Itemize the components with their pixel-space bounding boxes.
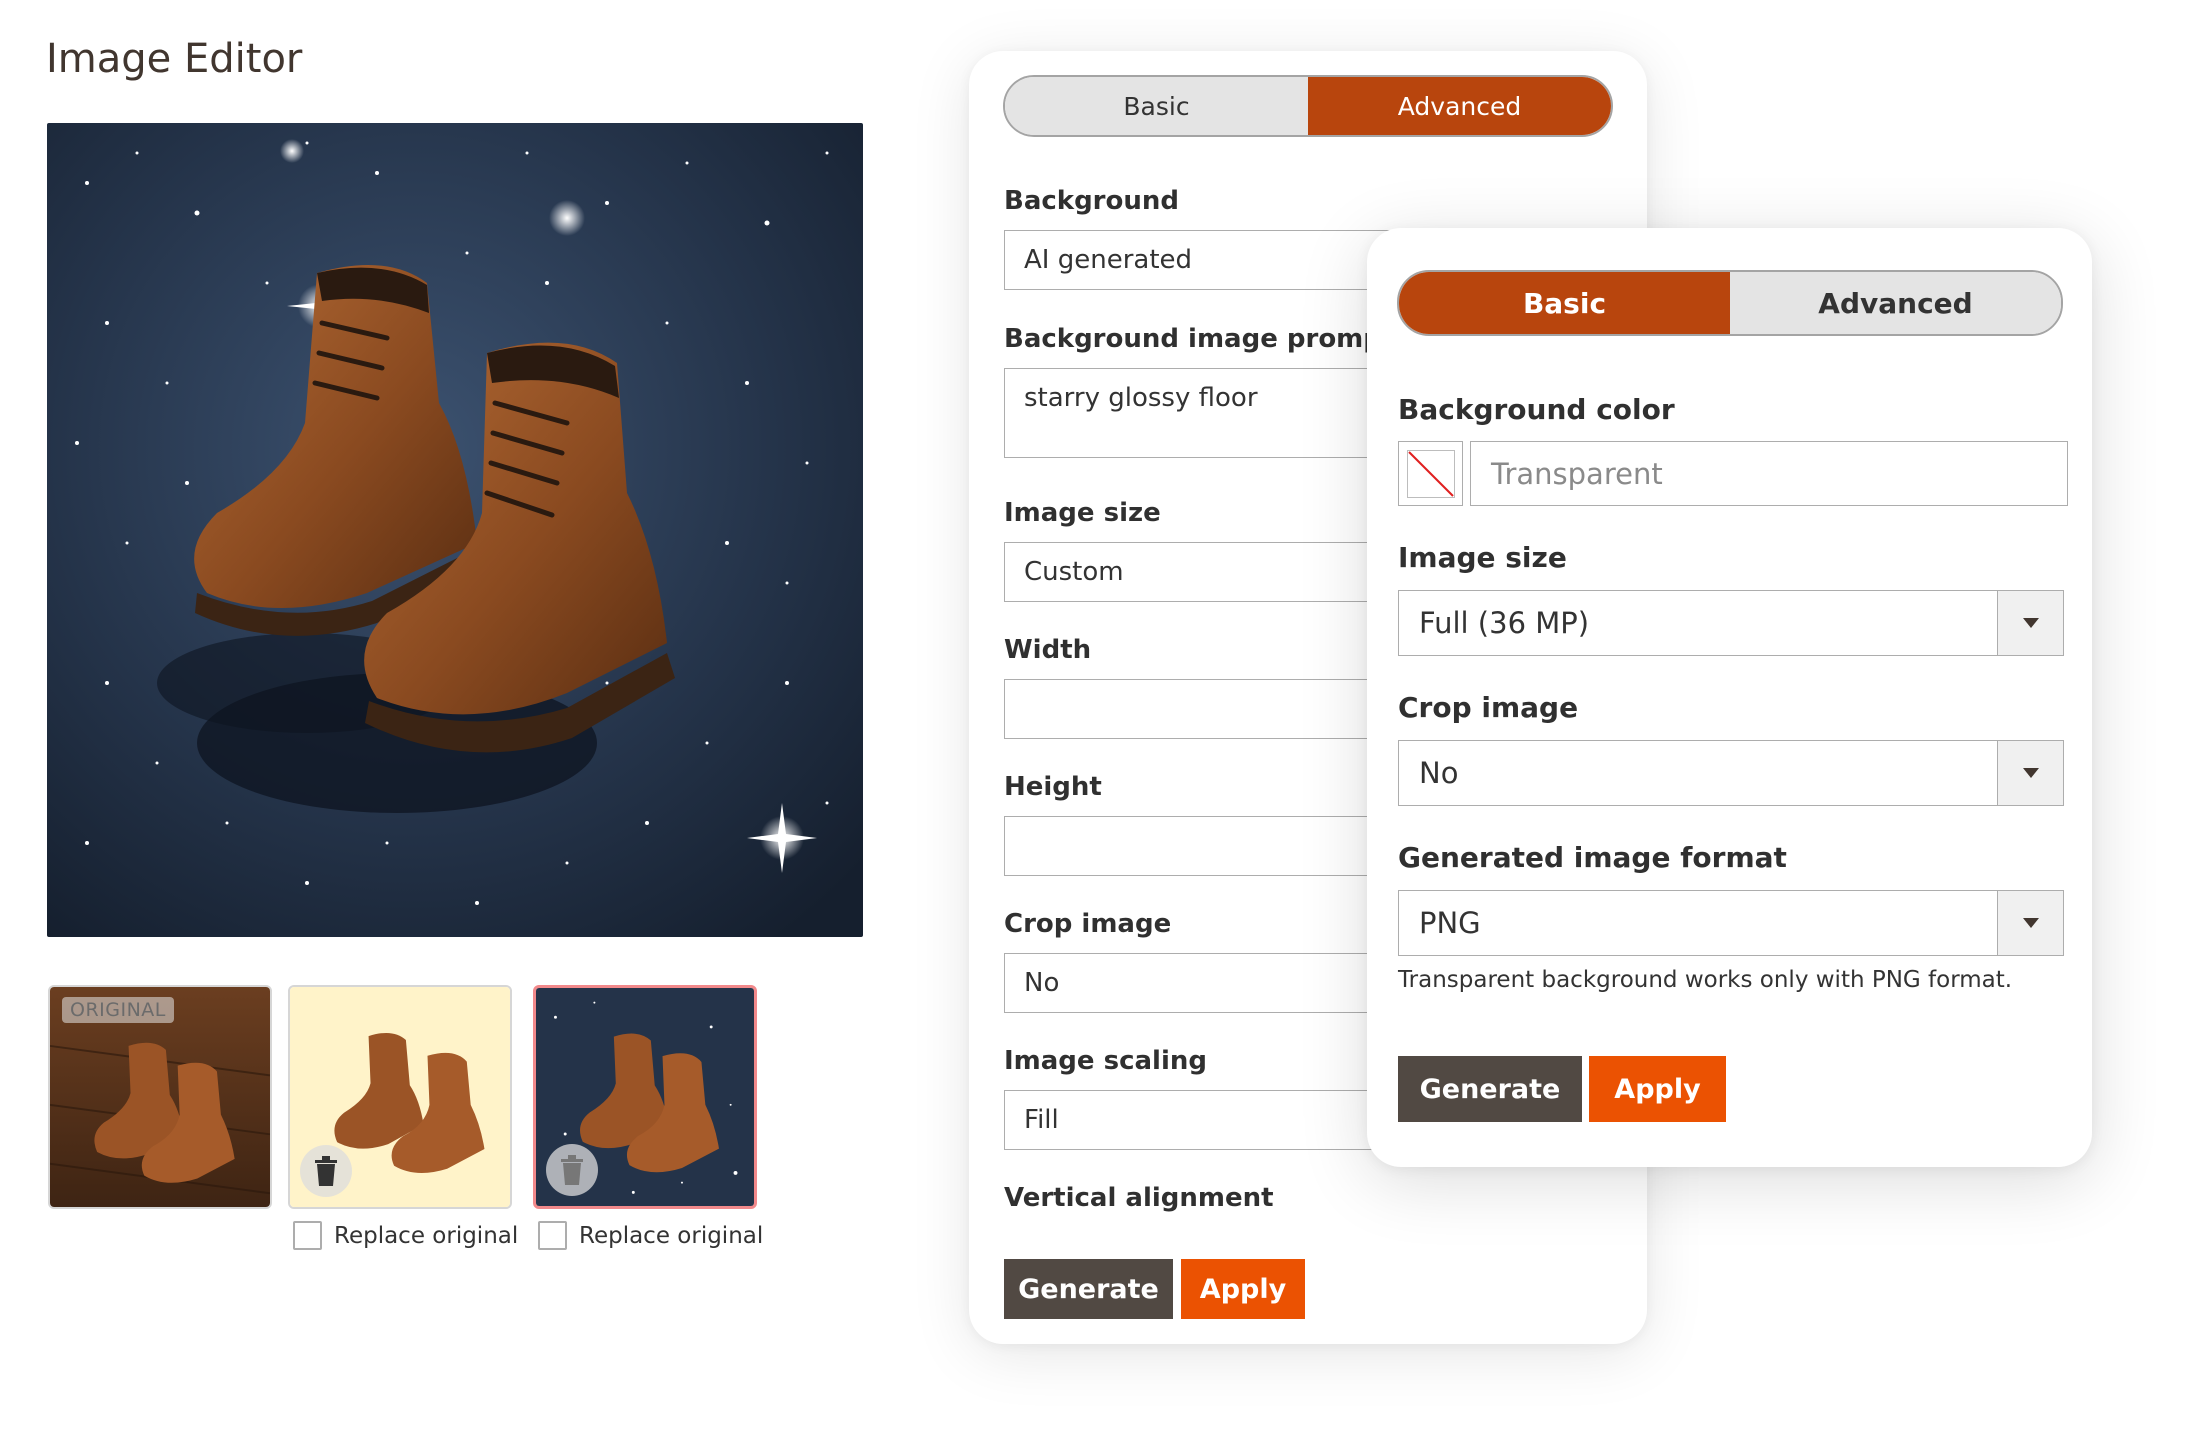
crop-image-value: No: [1419, 756, 1459, 790]
background-label: Background: [1004, 186, 1179, 216]
width-label: Width: [1004, 635, 1092, 665]
vertical-alignment-label: Vertical alignment: [1004, 1183, 1274, 1213]
background-color-label: Background color: [1398, 393, 1675, 426]
mode-switcher-basic: Basic Advanced: [1397, 270, 2063, 336]
crop-image-label: Crop image: [1398, 691, 1579, 724]
trash-icon: [561, 1155, 583, 1185]
format-hint: Transparent background works only with P…: [1398, 967, 2013, 993]
thumbnail-original[interactable]: ORIGINAL: [48, 985, 272, 1209]
image-size-label: Image size: [1398, 541, 1567, 574]
tab-advanced[interactable]: Advanced: [1730, 272, 2061, 334]
image-size-select[interactable]: Full (36 MP): [1398, 590, 2064, 656]
replace-original-checkbox-1[interactable]: [293, 1221, 322, 1250]
replace-original-label-1: Replace original: [334, 1222, 519, 1249]
generate-button-advanced[interactable]: Generate: [1004, 1259, 1173, 1319]
image-format-value: PNG: [1419, 906, 1481, 940]
basic-settings-panel: Basic Advanced Background color Transpar…: [1367, 228, 2092, 1167]
background-color-swatch[interactable]: [1398, 441, 1463, 506]
chevron-down-icon: [2022, 918, 2039, 928]
chevron-down-icon: [2022, 768, 2039, 778]
crop-image-select[interactable]: No: [1398, 740, 2064, 806]
height-label: Height: [1004, 772, 1102, 802]
replace-original-option-1[interactable]: Replace original: [293, 1221, 518, 1250]
tab-basic[interactable]: Basic: [1005, 77, 1308, 135]
image-scaling-label: Image scaling: [1004, 1046, 1207, 1076]
page-title: Image Editor: [46, 36, 303, 82]
chevron-down-icon: [2022, 618, 2039, 628]
delete-variant-1-button[interactable]: [300, 1145, 352, 1197]
image-size-value: Full (36 MP): [1419, 606, 1590, 640]
apply-button-advanced[interactable]: Apply: [1181, 1259, 1305, 1319]
image-format-select[interactable]: PNG: [1398, 890, 2064, 956]
image-format-dropdown[interactable]: [1997, 891, 2063, 955]
generate-button-basic[interactable]: Generate: [1398, 1056, 1582, 1122]
thumbnail-variant-2-selected[interactable]: [533, 985, 757, 1209]
crop-image-label: Crop image: [1004, 909, 1172, 939]
delete-variant-2-button[interactable]: [546, 1144, 598, 1196]
image-format-label: Generated image format: [1398, 841, 1787, 874]
original-badge: ORIGINAL: [62, 997, 174, 1023]
replace-original-option-2[interactable]: Replace original: [538, 1221, 763, 1250]
replace-original-checkbox-2[interactable]: [538, 1221, 567, 1250]
tab-basic[interactable]: Basic: [1399, 272, 1730, 334]
transparent-swatch-icon: [1406, 449, 1455, 498]
image-size-label: Image size: [1004, 498, 1161, 528]
image-size-dropdown[interactable]: [1997, 591, 2063, 655]
background-prompt-label: Background image prompt: [1004, 324, 1395, 354]
replace-original-label-2: Replace original: [579, 1222, 764, 1249]
background-color-input[interactable]: Transparent: [1470, 441, 2068, 506]
thumbnail-variant-1[interactable]: [288, 985, 512, 1209]
mode-switcher-advanced: Basic Advanced: [1003, 75, 1613, 137]
trash-icon: [315, 1156, 337, 1186]
apply-button-basic[interactable]: Apply: [1589, 1056, 1726, 1122]
tab-advanced[interactable]: Advanced: [1308, 77, 1611, 135]
main-image-preview: [47, 123, 863, 937]
crop-image-dropdown[interactable]: [1997, 741, 2063, 805]
